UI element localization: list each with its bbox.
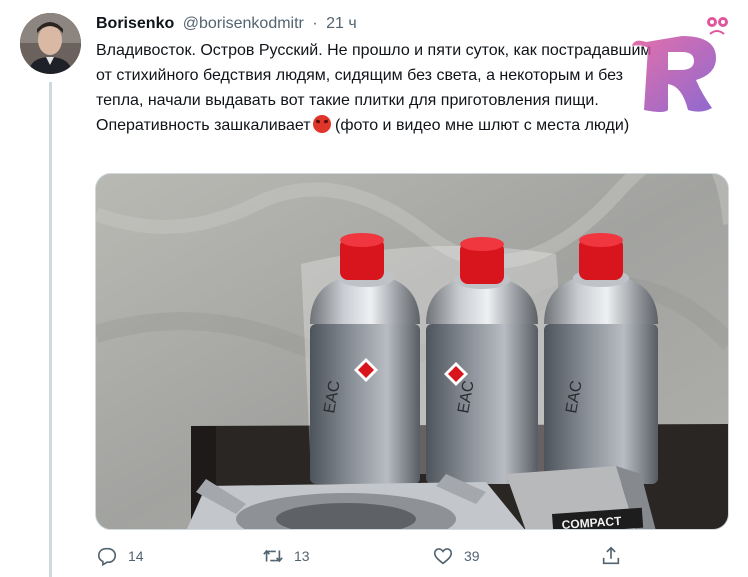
author-name[interactable]: Borisenko — [96, 15, 174, 32]
watermark-logo-icon — [632, 17, 728, 112]
angry-face-icon — [312, 115, 331, 133]
reply-count: 14 — [128, 548, 144, 564]
tweet-timestamp[interactable]: 21 ч — [326, 15, 357, 32]
photo-gas-canisters: EAC EAC EAC COMPACT — [96, 174, 728, 529]
tweet-text-tail: (фото и видео мне шлют с места люди) — [330, 117, 630, 134]
separator-dot: · — [312, 15, 318, 32]
author-handle[interactable]: @borisenkodmitr — [183, 15, 304, 32]
reply-button[interactable]: 14 — [96, 541, 144, 571]
share-icon — [602, 546, 620, 565]
tweet-actions: 14 13 39 — [96, 541, 656, 571]
tweet-header: Borisenko @borisenkodmitr · 21 ч — [96, 14, 357, 34]
like-button[interactable]: 39 — [432, 541, 480, 571]
retweet-button[interactable]: 13 — [262, 541, 310, 571]
thread-line — [49, 82, 52, 577]
retweet-icon — [263, 549, 283, 563]
tweet-photo[interactable]: EAC EAC EAC COMPACT — [95, 173, 729, 530]
heart-icon — [433, 548, 453, 565]
retweet-count: 13 — [294, 548, 310, 564]
share-button[interactable] — [600, 541, 622, 571]
avatar-photo — [20, 13, 81, 74]
avatar[interactable] — [20, 13, 81, 74]
like-count: 39 — [464, 548, 480, 564]
tweet-text: Владивосток. Остров Русский. Не прошло и… — [96, 38, 656, 138]
reply-icon — [97, 547, 117, 567]
